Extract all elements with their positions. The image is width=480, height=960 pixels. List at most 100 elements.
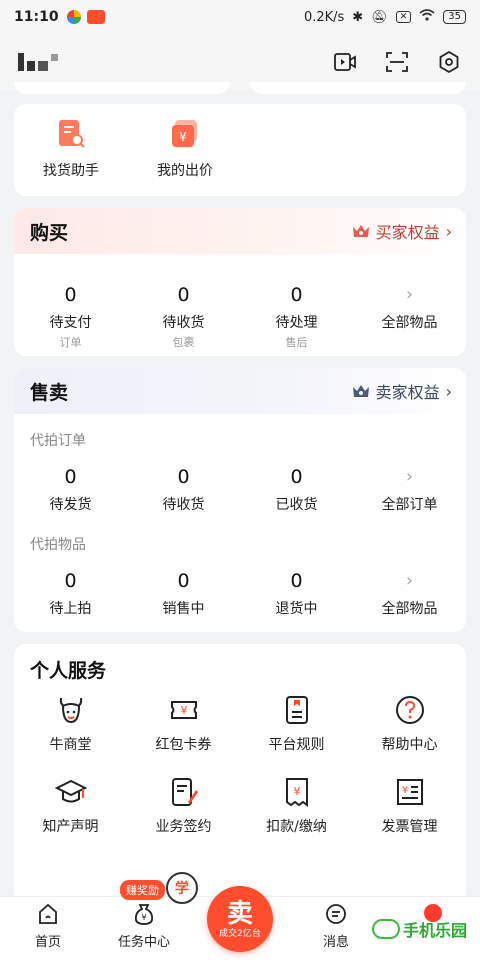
chevron-right-icon: › <box>445 221 452 241</box>
service-help-center[interactable]: 帮助中心 <box>353 694 466 776</box>
sell-received[interactable]: 0 已收货 <box>240 464 353 514</box>
scan-icon[interactable] <box>384 49 410 75</box>
status-label: 待收货 <box>162 497 205 513</box>
sell-title: 售卖 <box>30 381 69 404</box>
count-value: 0 <box>177 284 190 306</box>
quick-links-card: 找货助手 ¥ 我的出价 <box>14 104 466 196</box>
tab-home[interactable]: 首页 <box>0 897 96 960</box>
sell-all-orders[interactable]: › 全部订单 <box>353 464 466 514</box>
buy-title: 购买 <box>30 221 69 244</box>
buy-pending-receipt[interactable]: 0 待收货 包裹 <box>127 282 240 350</box>
svg-text:¥: ¥ <box>401 785 407 796</box>
sell-to-ship[interactable]: 0 待发货 <box>14 464 127 514</box>
quick-link-find-goods[interactable]: 找货助手 <box>14 118 128 196</box>
personal-services-card: 个人服务 牛商堂 ¥ 红包卡券 平台规则 帮助中心 知产声明 业务签约 ¥ 扣款… <box>14 644 466 904</box>
goods-all-items[interactable]: › 全部物品 <box>353 568 466 618</box>
video-icon[interactable] <box>332 49 358 75</box>
status-label: 退货中 <box>275 601 318 617</box>
mute-icon: 🔕︎ <box>371 9 388 25</box>
buy-pending-payment[interactable]: 0 待支付 订单 <box>14 282 127 350</box>
rules-icon <box>285 696 308 724</box>
previous-card-edge <box>250 82 466 94</box>
battery-indicator: 35 <box>443 10 466 24</box>
buyer-rights-link[interactable]: 买家权益 › <box>352 219 452 243</box>
status-sublabel: 订单 <box>59 336 82 349</box>
status-label: 待支付 <box>49 315 92 331</box>
service-ip-statement[interactable]: 知产声明 <box>14 776 127 858</box>
coupon-icon: ¥ <box>170 701 197 719</box>
settings-icon[interactable] <box>436 49 462 75</box>
app-notification-icon <box>66 10 81 24</box>
count-value: 0 <box>64 570 77 592</box>
app-notification-icon-2 <box>86 10 105 24</box>
count-value: 0 <box>64 284 77 306</box>
service-coupons[interactable]: ¥ 红包卡券 <box>127 694 240 776</box>
tab-task-center[interactable]: ¥ 任务中心 <box>96 897 192 960</box>
seller-rights-link[interactable]: 卖家权益 › <box>352 379 452 403</box>
tab-label: 任务中心 <box>117 935 170 950</box>
goods-on-sale[interactable]: 0 销售中 <box>127 568 240 618</box>
buy-card: 购买 买家权益 › 0 待支付 订单 0 待收货 包裹 0 待处理 售后 › 全… <box>14 208 466 356</box>
service-label: 帮助中心 <box>381 737 438 753</box>
service-label: 牛商堂 <box>49 737 92 753</box>
tab-label: 消息 <box>322 935 349 950</box>
crown-icon <box>352 225 369 237</box>
watermark-text: 手机乐园 <box>403 921 468 940</box>
service-label: 发票管理 <box>381 819 438 835</box>
previous-card-edge <box>14 82 230 94</box>
crown-icon <box>352 385 369 397</box>
service-cow-academy[interactable]: 牛商堂 <box>14 694 127 776</box>
status-sublabel: 售后 <box>285 336 308 349</box>
sell-goods-row: 0 待上拍 0 销售中 0 退货中 › 全部物品 <box>14 568 466 618</box>
count-value: 0 <box>290 570 303 592</box>
my-bid-icon: ¥ <box>172 120 197 147</box>
buy-all-items[interactable]: › 全部物品 <box>353 282 466 350</box>
sell-button[interactable]: 卖 成交2亿台 <box>207 886 273 952</box>
status-sublabel: 包裹 <box>172 336 195 349</box>
status-label: 全部物品 <box>381 315 438 331</box>
status-label: 待发货 <box>49 497 92 513</box>
service-platform-rules[interactable]: 平台规则 <box>240 694 353 776</box>
quick-link-label: 我的出价 <box>157 163 213 179</box>
learn-bubble[interactable]: 学 <box>166 872 198 904</box>
status-label: 全部物品 <box>381 601 438 617</box>
sim-icon: ✕ <box>395 11 412 23</box>
service-label: 扣款/缴纳 <box>266 819 327 835</box>
bluetooth-icon: ✱ <box>352 9 364 25</box>
status-label: 待处理 <box>275 315 318 331</box>
status-label: 销售中 <box>162 601 205 617</box>
buyer-rights-label: 买家权益 <box>375 223 440 242</box>
status-time: 11:10 <box>14 9 59 25</box>
chevron-right-icon: › <box>405 570 414 591</box>
chevron-right-icon: › <box>405 284 414 305</box>
buy-status-row: 0 待支付 订单 0 待收货 包裹 0 待处理 售后 › 全部物品 <box>14 282 466 350</box>
goods-to-list[interactable]: 0 待上拍 <box>14 568 127 618</box>
service-business-contract[interactable]: 业务签约 <box>127 776 240 858</box>
status-label: 已收货 <box>275 497 318 513</box>
status-label: 待上拍 <box>49 601 92 617</box>
count-value: 0 <box>290 284 303 306</box>
money-bag-icon: ¥ <box>131 901 157 927</box>
watermark: 手机乐园 <box>372 912 472 946</box>
sell-to-receive[interactable]: 0 待收货 <box>127 464 240 514</box>
status-label: 待收货 <box>162 315 205 331</box>
buy-pending-processing[interactable]: 0 待处理 售后 <box>240 282 353 350</box>
watermark-logo-icon <box>372 919 400 939</box>
goods-returning[interactable]: 0 退货中 <box>240 568 353 618</box>
services-grid: 牛商堂 ¥ 红包卡券 平台规则 帮助中心 知产声明 业务签约 ¥ 扣款/缴纳 ¥… <box>14 694 466 858</box>
cow-icon <box>59 697 82 724</box>
tab-messages[interactable]: 消息 <box>288 897 384 960</box>
message-icon <box>323 901 349 927</box>
sell-card-header: 售卖 卖家权益 › <box>14 368 466 414</box>
count-value: 0 <box>177 466 190 488</box>
home-icon <box>35 901 61 927</box>
payment-icon: ¥ <box>285 778 308 807</box>
count-value: 0 <box>290 466 303 488</box>
network-speed: 0.2K/s <box>303 9 345 25</box>
quick-link-my-bid[interactable]: ¥ 我的出价 <box>128 118 242 196</box>
svg-text:¥: ¥ <box>141 913 146 922</box>
service-label: 业务签约 <box>155 819 212 835</box>
service-invoice-management[interactable]: ¥ 发票管理 <box>353 776 466 858</box>
graduation-cap-icon <box>54 779 87 803</box>
service-deduction-payment[interactable]: ¥ 扣款/缴纳 <box>240 776 353 858</box>
